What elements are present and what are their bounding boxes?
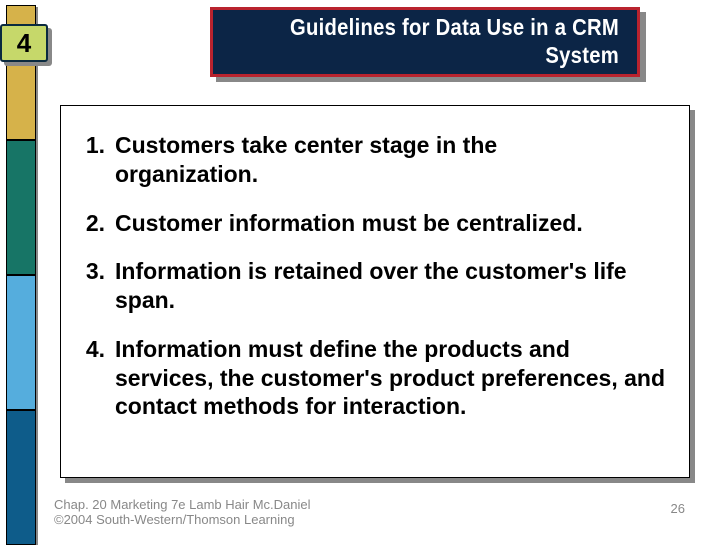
title-banner: Guidelines for Data Use in a CRM System: [210, 7, 650, 85]
item-number: 4.: [83, 335, 115, 421]
item-text: Information must define the products and…: [115, 335, 671, 421]
badge-number: 4: [17, 28, 31, 59]
list-item: 1. Customers take center stage in the or…: [83, 131, 671, 189]
footer-left: Chap. 20 Marketing 7e Lamb Hair Mc.Danie…: [54, 497, 454, 528]
badge-box: 4: [0, 24, 48, 62]
item-text: Customer information must be centralized…: [115, 209, 671, 238]
main-box: 1. Customers take center stage in the or…: [60, 105, 690, 478]
item-text: Customers take center stage in the organ…: [115, 131, 515, 189]
chapter-badge: 4: [0, 22, 52, 66]
main-panel: 1. Customers take center stage in the or…: [60, 105, 700, 485]
footer-page: 26: [671, 501, 685, 516]
left-color-bars: [6, 5, 36, 545]
bar-lightblue: [6, 275, 36, 410]
bar-darkblue: [6, 410, 36, 545]
title-text: Guidelines for Data Use in a CRM System: [262, 14, 619, 69]
footer-chapter: Chap. 20 Marketing 7e Lamb Hair Mc.Danie…: [54, 497, 454, 513]
item-text: Information is retained over the custome…: [115, 257, 671, 315]
item-number: 1.: [83, 131, 115, 189]
list-item: 2. Customer information must be centrali…: [83, 209, 671, 238]
bar-teal: [6, 140, 36, 275]
list-item: 3. Information is retained over the cust…: [83, 257, 671, 315]
item-number: 3.: [83, 257, 115, 315]
slide: 4 Guidelines for Data Use in a CRM Syste…: [0, 0, 720, 540]
footer-copyright: ©2004 South-Western/Thomson Learning: [54, 512, 454, 528]
list-item: 4. Information must define the products …: [83, 335, 671, 421]
item-number: 2.: [83, 209, 115, 238]
title-box: Guidelines for Data Use in a CRM System: [210, 7, 640, 77]
guidelines-list: 1. Customers take center stage in the or…: [83, 131, 671, 421]
